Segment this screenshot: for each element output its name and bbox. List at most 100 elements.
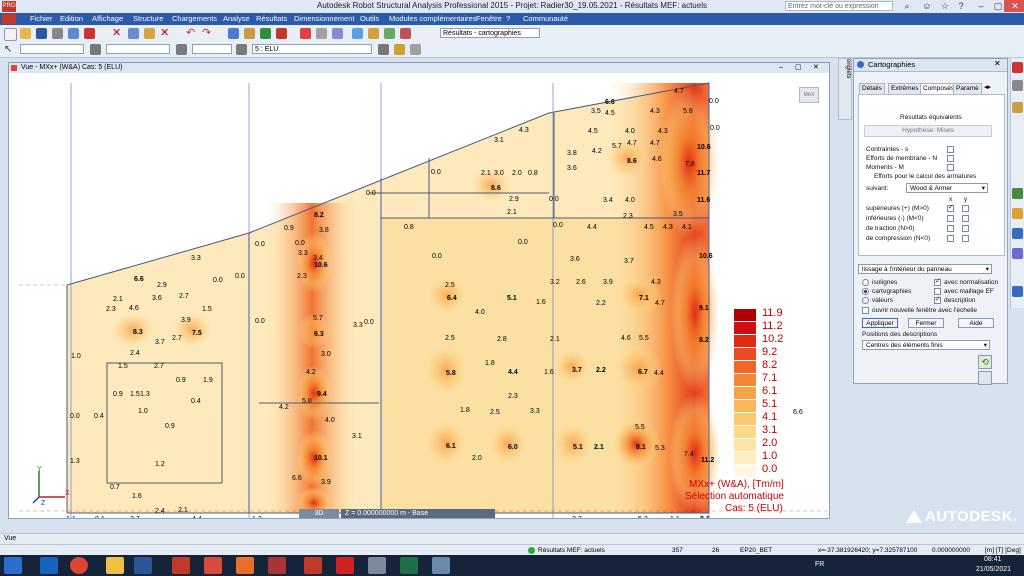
- check-inf-x[interactable]: [947, 215, 954, 222]
- menu-fenetre[interactable]: Fenêtre: [476, 13, 502, 25]
- report-icon[interactable]: [84, 28, 95, 39]
- taskbar-excel-icon[interactable]: [400, 557, 418, 574]
- radio-valeurs[interactable]: [862, 297, 869, 304]
- side-tool-8-icon[interactable]: [1012, 286, 1023, 297]
- properties-icon[interactable]: [400, 28, 411, 39]
- side-tool-4-icon[interactable]: [1012, 188, 1023, 199]
- taskbar-pdf-icon[interactable]: [172, 557, 190, 574]
- new-icon[interactable]: [4, 28, 17, 41]
- case-options-icon[interactable]: [410, 44, 421, 55]
- select-arrow-icon[interactable]: ↖: [4, 44, 15, 55]
- close-icon[interactable]: ✕: [1004, 0, 1024, 12]
- taskbar-app4-icon[interactable]: [432, 557, 450, 574]
- app-menu-icon[interactable]: [2, 14, 16, 24]
- scale-icon[interactable]: [978, 371, 992, 385]
- view-restore-icon[interactable]: ▢: [795, 63, 802, 73]
- bar-selection-combo[interactable]: [106, 44, 170, 54]
- print-icon[interactable]: [52, 28, 63, 39]
- taskbar-word-icon[interactable]: [134, 557, 152, 574]
- check-sup-x[interactable]: [947, 203, 954, 212]
- node-select-icon[interactable]: [90, 44, 101, 55]
- taskbar-autocad-icon[interactable]: [304, 557, 322, 574]
- cam-icon[interactable]: [332, 28, 343, 39]
- delete-icon[interactable]: ✕: [160, 28, 171, 39]
- check-new-window[interactable]: [862, 307, 869, 314]
- smoothing-combo[interactable]: lissage à l'intérieur du panneau ▾: [858, 264, 992, 274]
- check-comp-x[interactable]: [947, 235, 954, 242]
- results-map-canvas[interactable]: 6.6 4.7 3.5 4.5 4.3 5.8 0.0 0.0 4.3 4.5 4.0 4.3 3.1 4…: [9, 73, 829, 518]
- binoculars-icon[interactable]: ⌕: [896, 0, 918, 12]
- check-description[interactable]: [934, 295, 941, 304]
- redo-icon[interactable]: ↷: [202, 28, 213, 39]
- selection-combo[interactable]: [20, 44, 84, 54]
- open-icon[interactable]: [20, 28, 31, 39]
- undo-icon[interactable]: ↶: [186, 28, 197, 39]
- taskbar-chrome-icon[interactable]: [70, 557, 88, 574]
- menu-dimensionnement[interactable]: Dimensionnement: [294, 13, 354, 25]
- layout-icon[interactable]: [300, 28, 311, 39]
- view-minimize-icon[interactable]: –: [779, 63, 783, 73]
- display-icon[interactable]: [368, 28, 379, 39]
- vue-tab[interactable]: Vue: [4, 535, 16, 542]
- check-tra-y[interactable]: [962, 225, 969, 232]
- check-moments[interactable]: [947, 164, 954, 171]
- side-tool-3-icon[interactable]: [1012, 102, 1023, 113]
- side-tool-6-icon[interactable]: [1012, 228, 1023, 239]
- load-case-combo[interactable]: 5 : ELU: [252, 44, 372, 54]
- radio-cartographies[interactable]: [862, 288, 869, 295]
- paste-icon[interactable]: [144, 28, 155, 39]
- dialog-close-icon[interactable]: ✕: [994, 59, 1001, 68]
- check-inf-y[interactable]: [962, 215, 969, 222]
- view-cube-icon[interactable]: MAX: [799, 87, 819, 103]
- refresh-icon[interactable]: ⟲: [978, 355, 992, 369]
- menu-communaute[interactable]: Communauté: [523, 13, 568, 25]
- taskbar-app2-icon[interactable]: [336, 557, 354, 574]
- menu-fichier[interactable]: Fichier: [30, 13, 53, 25]
- side-tool-5-icon[interactable]: [1012, 208, 1023, 219]
- menu-analyse[interactable]: Analyse: [223, 13, 250, 25]
- taskbar-outlook-icon[interactable]: [40, 557, 58, 574]
- tray-icons[interactable]: [835, 560, 945, 570]
- menu-help[interactable]: ?: [506, 13, 510, 25]
- check-contraintes[interactable]: [947, 146, 954, 153]
- view-3d-toggle[interactable]: 3D: [299, 509, 339, 518]
- screen-capture-icon[interactable]: [68, 28, 79, 39]
- tables-icon[interactable]: [384, 28, 395, 39]
- close-button[interactable]: Fermer: [908, 318, 944, 328]
- taskbar-pdf2-icon[interactable]: [204, 557, 222, 574]
- bar-select-icon[interactable]: [176, 44, 187, 55]
- check-membrane[interactable]: [947, 155, 954, 162]
- check-normalisation[interactable]: [934, 277, 941, 286]
- side-tool-7-icon[interactable]: [1012, 248, 1023, 259]
- case-next-icon[interactable]: [394, 44, 405, 55]
- taskbar-robot-icon[interactable]: [268, 557, 286, 574]
- taskbar-time[interactable]: 08:41: [984, 556, 1002, 563]
- cut-icon[interactable]: ✕: [112, 28, 123, 39]
- menu-affichage[interactable]: Affichage: [92, 13, 123, 25]
- side-tool-2-icon[interactable]: [1012, 80, 1023, 91]
- check-sup-y[interactable]: [962, 205, 969, 212]
- positions-combo[interactable]: Centres des éléments finis ▾: [862, 340, 990, 350]
- structure-model-icon[interactable]: [228, 28, 239, 39]
- taskbar-explorer-icon[interactable]: [106, 557, 124, 574]
- menu-chargements[interactable]: Chargements: [172, 13, 217, 25]
- check-maillage[interactable]: [934, 288, 941, 295]
- taskbar-app-icon[interactable]: [236, 557, 254, 574]
- menu-structure[interactable]: Structure: [133, 13, 163, 25]
- panel-selection-combo[interactable]: [192, 44, 232, 54]
- menu-modules[interactable]: Modules complémentaires: [389, 13, 477, 25]
- help-icon[interactable]: ?: [950, 0, 972, 12]
- taskbar-date[interactable]: 21/05/2021: [976, 566, 1011, 573]
- loads-icon[interactable]: [244, 28, 255, 39]
- taskbar-lang[interactable]: FR: [815, 561, 824, 568]
- copy-icon[interactable]: [128, 28, 139, 39]
- check-tra-x[interactable]: [947, 225, 954, 232]
- check-comp-y[interactable]: [962, 235, 969, 242]
- calculations-icon[interactable]: [260, 28, 271, 39]
- selection-icon[interactable]: [352, 28, 363, 39]
- side-tool-1-icon[interactable]: [1012, 62, 1023, 73]
- case-prev-icon[interactable]: [378, 44, 389, 55]
- case-select-icon[interactable]: [236, 44, 247, 55]
- menu-outils[interactable]: Outils: [360, 13, 379, 25]
- results-icon[interactable]: [276, 28, 287, 39]
